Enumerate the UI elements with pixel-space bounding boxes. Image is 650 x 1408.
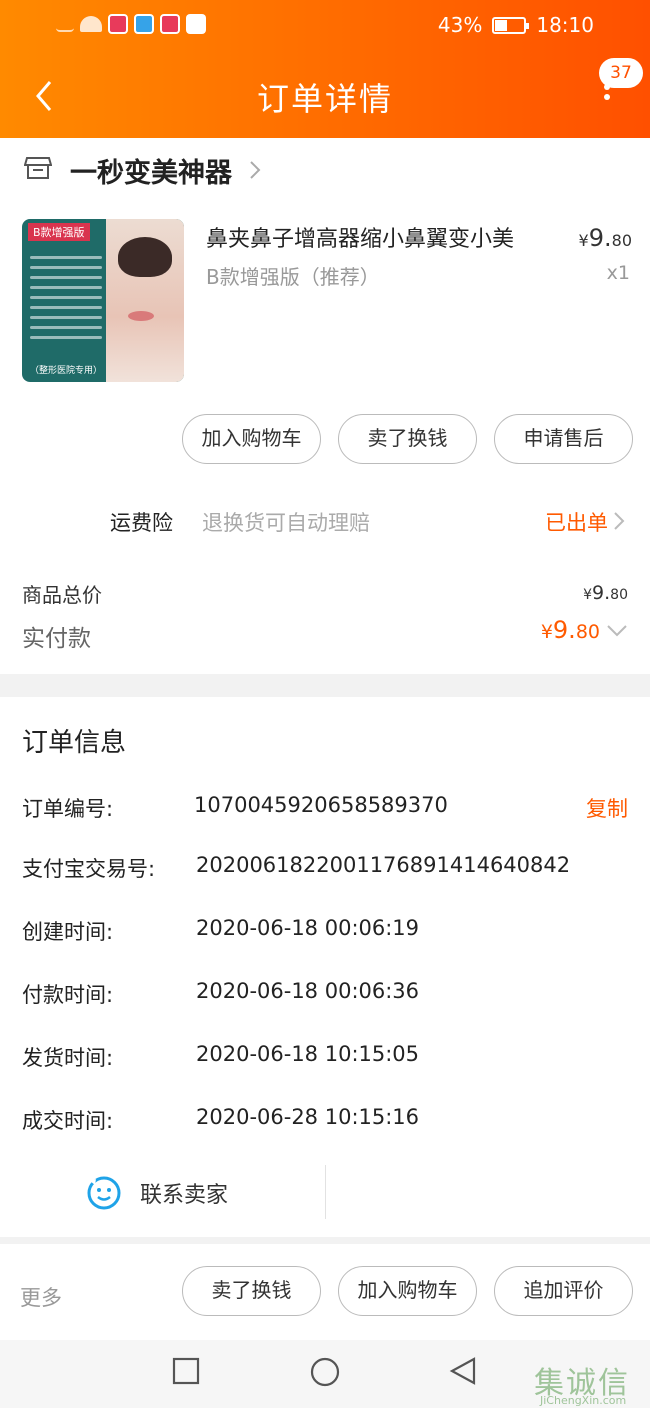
shipping-insurance-status[interactable]: 已出单 (545, 507, 608, 537)
copy-order-number-button[interactable]: 复制 (586, 793, 628, 823)
image-tag: B款增强版 (28, 223, 90, 241)
shop-link[interactable]: 一秒变美神器 (23, 150, 262, 190)
app-header: 43% 18:10 订单详情 37 (0, 0, 650, 138)
created-time-value: 2020-06-18 00:06:19 (196, 916, 420, 940)
page-title: 订单详情 (256, 80, 393, 118)
paid-amount-value: ¥9.80 (541, 616, 600, 644)
add-review-button[interactable]: 追加评价 (494, 1266, 633, 1316)
paid-currency: ¥ (540, 621, 553, 643)
paid-dec: 80 (575, 621, 600, 643)
goods-total-currency: ¥ (583, 587, 593, 603)
shop-name: 一秒变美神器 (70, 157, 232, 189)
goods-total-dec: 80 (610, 587, 628, 603)
battery-icon (492, 16, 530, 34)
order-info-title: 订单信息 (22, 728, 127, 758)
request-after-sales-button[interactable]: 申请售后 (494, 414, 633, 464)
dot (604, 94, 610, 100)
shipped-time-label: 发货时间: (22, 1046, 114, 1070)
chevron-right-icon[interactable] (612, 510, 626, 532)
contact-seller-label: 联系卖家 (140, 1183, 229, 1208)
chevron-right-icon (250, 161, 261, 179)
add-to-cart-button[interactable]: 加入购物车 (182, 414, 321, 464)
wifi-icon (80, 16, 102, 32)
battery-percent: 43% (437, 13, 483, 37)
flower-app-icon (160, 14, 180, 34)
price-int: 9. (588, 224, 612, 252)
notification-badge: 37 (599, 58, 643, 88)
order-item-card: 一秒变美神器 B款增强版 （整形医院专用） 鼻夹鼻子增高器缩小鼻翼变小美 B款增… (0, 138, 650, 674)
add-to-cart-bottom-button[interactable]: 加入购物车 (338, 1266, 477, 1316)
order-info-card: 订单信息 订单编号: 1070045920658589370 复制 支付宝交易号… (0, 697, 650, 1237)
shipping-insurance-label: 运费险 (110, 511, 173, 535)
alipay-trade-label: 支付宝交易号: (22, 857, 156, 881)
paid-int: 9. (552, 616, 576, 644)
paid-amount-label: 实付款 (22, 626, 91, 652)
completed-time-label: 成交时间: (22, 1109, 114, 1133)
model-photo (106, 219, 184, 382)
battery-fill (495, 19, 508, 31)
order-number-label: 订单编号: (22, 797, 114, 821)
app-notification-icon (108, 14, 128, 34)
product-price: ¥9.80 (579, 224, 632, 252)
price-dec: 80 (611, 231, 632, 250)
recent-apps-icon[interactable] (171, 1356, 201, 1386)
goods-total-label: 商品总价 (22, 583, 102, 607)
product-title[interactable]: 鼻夹鼻子增高器缩小鼻翼变小美 (206, 221, 514, 253)
book-app-icon (134, 14, 154, 34)
status-right: 43% 18:10 (438, 13, 594, 37)
sell-for-cash-bottom-button[interactable]: 卖了换钱 (182, 1266, 321, 1316)
system-nav-bar: 集诚信 JiChengXin.com (0, 1340, 650, 1408)
home-icon[interactable] (309, 1356, 341, 1388)
sell-for-cash-button[interactable]: 卖了换钱 (338, 414, 477, 464)
image-text-lines (30, 249, 102, 346)
paid-time-value: 2020-06-18 00:06:36 (196, 979, 420, 1003)
shipping-insurance-desc: 退换货可自动理赔 (202, 511, 370, 535)
divider (325, 1165, 326, 1219)
signal-icon (56, 16, 74, 32)
chevron-down-icon[interactable] (606, 624, 628, 638)
clock: 18:10 (536, 13, 594, 37)
tv-app-icon (186, 14, 206, 34)
created-time-label: 创建时间: (22, 920, 114, 944)
image-footer: （整形医院专用） (30, 366, 103, 376)
alipay-trade-value: 2020061822001176891414640842 (196, 853, 571, 877)
store-icon (23, 155, 53, 185)
back-nav-icon[interactable] (448, 1356, 478, 1386)
product-image[interactable]: B款增强版 （整形医院专用） (22, 219, 184, 382)
goods-total-int: 9. (592, 582, 611, 604)
goods-total-value: ¥9.80 (583, 582, 628, 604)
product-spec: B款增强版（推荐） (206, 265, 380, 289)
shipped-time-value: 2020-06-18 10:15:05 (196, 1042, 420, 1066)
order-number-value: 1070045920658589370 (194, 793, 448, 817)
status-icons (56, 14, 206, 34)
bottom-action-bar: 更多 卖了换钱 加入购物车 追加评价 (0, 1244, 650, 1340)
status-bar: 43% 18:10 (0, 0, 650, 52)
price-currency: ¥ (578, 231, 589, 250)
contact-seller-button[interactable]: 联系卖家 (86, 1173, 228, 1213)
chat-smile-icon (87, 1176, 121, 1210)
paid-time-label: 付款时间: (22, 983, 114, 1007)
more-actions-link[interactable]: 更多 (20, 1282, 62, 1312)
completed-time-value: 2020-06-28 10:15:16 (196, 1105, 420, 1129)
product-quantity: x1 (606, 262, 630, 284)
watermark-sub: JiChengXin.com (540, 1394, 627, 1407)
